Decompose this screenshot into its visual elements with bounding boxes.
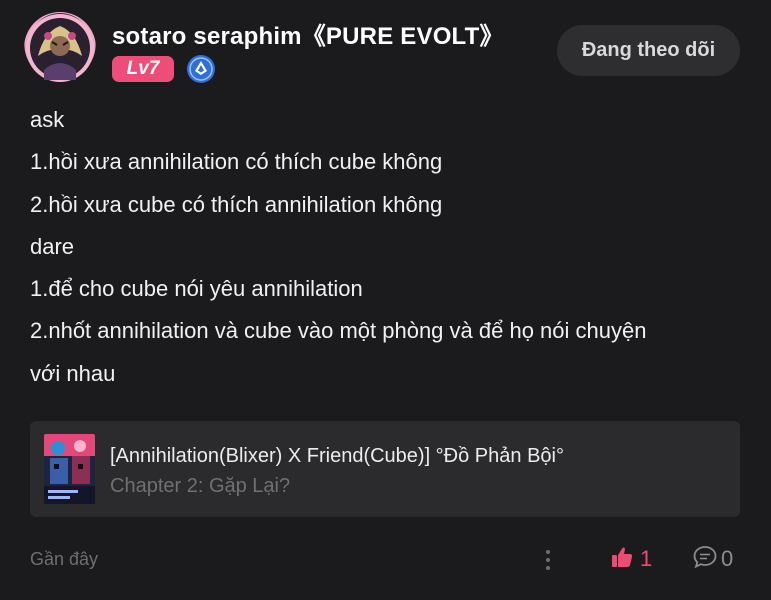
- username[interactable]: sotaro seraphim《PURE EVOLT》: [112, 16, 504, 51]
- story-cover-image: [44, 434, 95, 504]
- post-line: 1.hồi xưa annihilation có thích cube khô…: [30, 149, 443, 175]
- linked-story-card[interactable]: [Annihilation(Blixer) X Friend(Cube)] °Đ…: [30, 421, 740, 517]
- post-line: với nhau: [30, 360, 116, 386]
- comment-count: 0: [721, 546, 734, 571]
- post-body: ask 1.hồi xưa annihilation có thích cube…: [30, 99, 740, 395]
- avatar[interactable]: [24, 12, 96, 84]
- timestamp: Gần đây: [30, 549, 99, 569]
- following-button[interactable]: Đang theo dõi: [557, 25, 740, 76]
- like-count: 1: [640, 546, 653, 571]
- more-vertical-icon[interactable]: [538, 547, 558, 573]
- post-line: ask: [30, 107, 65, 132]
- post-line: 2.hồi xưa cube có thích annihilation khô…: [30, 191, 443, 217]
- level-badge: Lv7: [112, 56, 174, 82]
- verified-shield-icon: [186, 54, 216, 84]
- comment-button[interactable]: 0: [692, 542, 733, 576]
- post-line: 1.để cho cube nói yêu annihilation: [30, 276, 363, 302]
- post-line: 2.nhốt annihilation và cube vào một phòn…: [30, 318, 647, 344]
- like-button[interactable]: 1: [610, 542, 652, 576]
- thumbs-up-icon: [610, 545, 634, 574]
- story-chapter[interactable]: Chapter 2: Gặp Lại?: [110, 475, 290, 498]
- post-line: dare: [30, 233, 75, 259]
- comment-post: sotaro seraphim《PURE EVOLT》 Lv7 Đang the…: [0, 0, 771, 600]
- story-title[interactable]: [Annihilation(Blixer) X Friend(Cube)] °Đ…: [110, 445, 564, 468]
- comment-bubble-icon: [692, 544, 718, 575]
